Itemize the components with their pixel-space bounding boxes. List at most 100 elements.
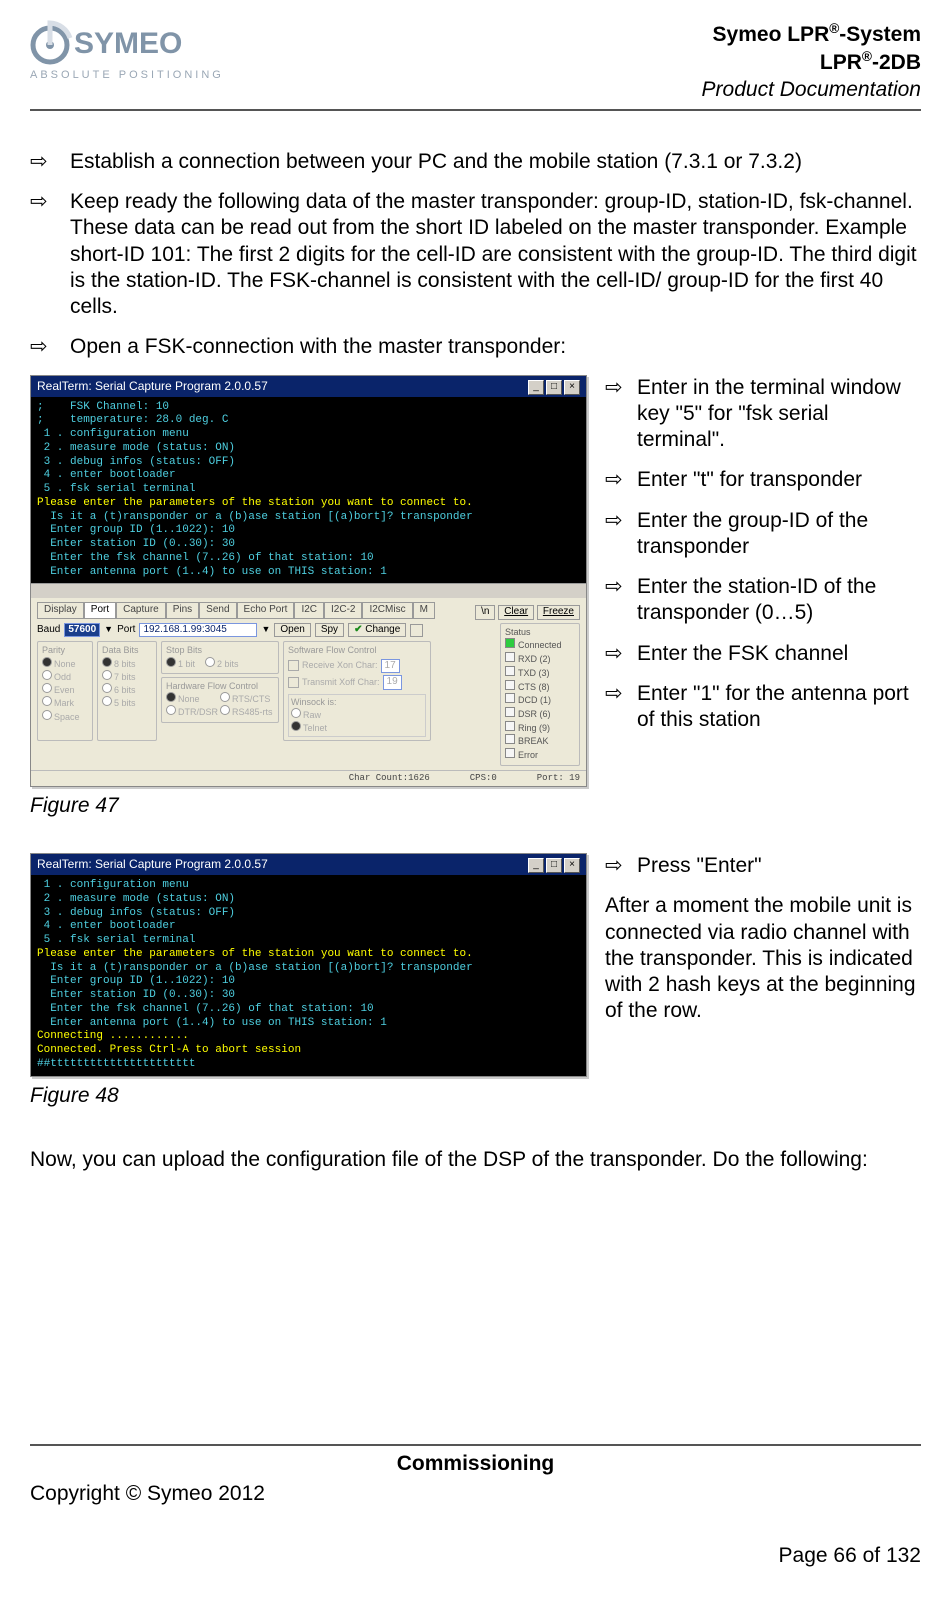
status-panel: Status ConnectedRXD (2)TXD (3)CTS (8)DCD… [500, 623, 580, 766]
tab-i2c-2: I2C-2 [324, 602, 362, 619]
figure48-side-text: ⇨ Press "Enter" After a moment the mobil… [605, 853, 921, 1025]
figure48-row: RealTerm: Serial Capture Program 2.0.0.5… [30, 853, 921, 1135]
tab-port: Port [84, 602, 116, 619]
svg-text:SYMEO: SYMEO [74, 27, 182, 60]
header-line2a: LPR [820, 51, 862, 74]
window-titlebar: RealTerm: Serial Capture Program 2.0.0.5… [31, 376, 586, 397]
figure48-image: RealTerm: Serial Capture Program 2.0.0.5… [30, 853, 587, 1135]
final-paragraph: Now, you can upload the configuration fi… [30, 1147, 921, 1173]
reg-mark: ® [829, 21, 839, 36]
reg-mark: ® [862, 49, 872, 64]
arrow-icon: ⇨ [605, 641, 637, 667]
char-count: Char Count:1626 [349, 773, 430, 784]
baud-label: Baud [37, 624, 60, 637]
newline-button: \n [475, 605, 495, 620]
arrow-icon: ⇨ [30, 334, 70, 360]
minimize-icon: _ [528, 858, 544, 873]
databits-panel: Data Bits 8 bits7 bits6 bits5 bits [97, 641, 157, 741]
bullet-text: Keep ready the following data of the mas… [70, 189, 921, 320]
side-paragraph: After a moment the mobile unit is connec… [605, 893, 921, 1024]
bullet-text: Open a FSK-connection with the master tr… [70, 334, 921, 360]
parity-panel: Parity NoneOddEvenMarkSpace [37, 641, 93, 741]
header-line2b: -2DB [872, 51, 921, 74]
toolbar: DisplayPortCapturePinsSendEcho PortI2CI2… [31, 598, 586, 769]
footer-copyright: Copyright © Symeo 2012 [30, 1482, 921, 1506]
header-line3: Product Documentation [702, 78, 921, 101]
scrollbar-horizontal [31, 583, 586, 598]
close-icon: × [564, 380, 580, 395]
clear-button: Clear [498, 605, 534, 620]
arrow-icon: ⇨ [605, 467, 637, 493]
terminal-output: 1 . configuration menu 2 . measure mode … [31, 875, 586, 1076]
bullet-item: ⇨ Keep ready the following data of the m… [30, 189, 921, 320]
tab-i2c: I2C [294, 602, 324, 619]
symeo-logo-icon: SYMEO ABSOLUTE POSITIONING [30, 20, 230, 87]
spy-button: Spy [315, 623, 344, 638]
footer-section: Commissioning [30, 1452, 921, 1476]
bullet-text: Enter in the terminal window key "5" for… [637, 375, 921, 454]
figure47-caption: Figure 47 [30, 793, 587, 819]
bullet-item: ⇨Enter the FSK channel [605, 641, 921, 667]
footer-page-number: Page 66 of 132 [30, 1544, 921, 1568]
bullet-text: Press "Enter" [637, 853, 921, 879]
svg-text:ABSOLUTE POSITIONING: ABSOLUTE POSITIONING [30, 69, 224, 81]
close-icon: × [564, 858, 580, 873]
baud-value: 57600 [64, 623, 100, 638]
figure47-image: RealTerm: Serial Capture Program 2.0.0.5… [30, 375, 587, 846]
window-titlebar: RealTerm: Serial Capture Program 2.0.0.5… [31, 854, 586, 875]
logo: SYMEO ABSOLUTE POSITIONING [30, 20, 230, 103]
port-value: 192.168.1.99:3045 [139, 623, 257, 638]
bullet-item: ⇨ Establish a connection between your PC… [30, 149, 921, 175]
arrow-icon: ⇨ [605, 508, 637, 561]
change-button: ✔ Change [348, 623, 406, 638]
open-button: Open [274, 623, 310, 638]
content-area: ⇨ Establish a connection between your PC… [30, 111, 921, 1444]
tab-send: Send [199, 602, 236, 619]
port-label: Port [117, 624, 135, 637]
window-title: RealTerm: Serial Capture Program 2.0.0.5… [37, 379, 268, 394]
figure47-row: RealTerm: Serial Capture Program 2.0.0.5… [30, 375, 921, 846]
arrow-icon: ⇨ [605, 681, 637, 734]
freeze-button: Freeze [537, 605, 580, 620]
arrow-icon: ⇨ [605, 853, 637, 879]
status-bar: Char Count:1626 CPS:0 Port: 19 [31, 770, 586, 786]
bullet-text: Enter the station-ID of the transponder … [637, 574, 921, 627]
bullet-text: Enter the FSK channel [637, 641, 921, 667]
header-text: Symeo LPR®-System LPR®-2DB Product Docum… [702, 20, 921, 103]
cps: CPS:0 [470, 773, 497, 784]
bullet-item: ⇨Enter the group-ID of the transponder [605, 508, 921, 561]
window-controls: _□× [526, 856, 580, 873]
header-line1a: Symeo LPR [713, 23, 830, 46]
minimize-icon: _ [528, 380, 544, 395]
window-title: RealTerm: Serial Capture Program 2.0.0.5… [37, 857, 268, 872]
figure48-caption: Figure 48 [30, 1083, 587, 1109]
stopbits-panel: Stop Bits 1 bit2 bits [161, 641, 279, 674]
terminal-output: ; FSK Channel: 10; temperature: 28.0 deg… [31, 397, 586, 584]
bullet-text: Establish a connection between your PC a… [70, 149, 921, 175]
bullet-text: Enter "t" for transponder [637, 467, 921, 493]
port-status: Port: 19 [537, 773, 580, 784]
bullet-item: ⇨Enter "1" for the antenna port of this … [605, 681, 921, 734]
hwflow-panel: Hardware Flow Control NoneRTS/CTSDTR/DSR… [161, 677, 279, 723]
arrow-icon: ⇨ [605, 375, 637, 454]
figure47-side-text: ⇨Enter in the terminal window key "5" fo… [605, 375, 921, 748]
tab-capture: Capture [116, 602, 166, 619]
header-line1b: -System [839, 23, 921, 46]
tab-pins: Pins [166, 602, 199, 619]
bullet-item: ⇨ Open a FSK-connection with the master … [30, 334, 921, 360]
tab-bar: DisplayPortCapturePinsSendEcho PortI2CI2… [37, 602, 435, 619]
swflow-panel: Software Flow Control Receive Xon Char: … [283, 641, 431, 741]
tab-display: Display [37, 602, 84, 619]
tab-i2cmisc: I2CMisc [362, 602, 412, 619]
bullet-item: ⇨Enter in the terminal window key "5" fo… [605, 375, 921, 454]
bullet-item: ⇨Enter the station-ID of the transponder… [605, 574, 921, 627]
tab-m: M [413, 602, 435, 619]
window-controls: _□× [526, 378, 580, 395]
bullet-text: Enter the group-ID of the transponder [637, 508, 921, 561]
maximize-icon: □ [546, 380, 562, 395]
arrow-icon: ⇨ [605, 574, 637, 627]
bullet-item: ⇨Enter "t" for transponder [605, 467, 921, 493]
maximize-icon: □ [546, 858, 562, 873]
page-header: SYMEO ABSOLUTE POSITIONING Symeo LPR®-Sy… [30, 20, 921, 111]
tab-echo-port: Echo Port [237, 602, 295, 619]
